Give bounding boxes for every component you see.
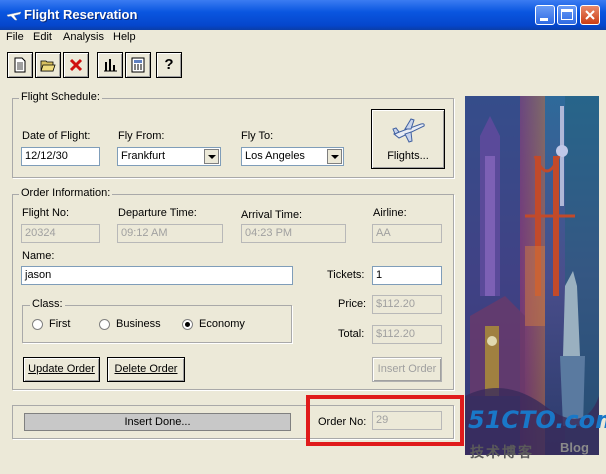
menu-help[interactable]: Help <box>113 31 136 43</box>
fly-from-value: Frankfurt <box>121 150 166 162</box>
economy-class-label[interactable]: Economy <box>199 318 245 330</box>
flights-button-label: Flights... <box>387 150 429 162</box>
airline-field: AA <box>372 224 442 243</box>
chevron-down-icon[interactable] <box>327 149 342 164</box>
name-label: Name: <box>22 250 55 262</box>
departure-time-label: Departure Time: <box>118 207 197 219</box>
arrival-time-label: Arrival Time: <box>241 209 303 221</box>
close-icon <box>585 10 595 20</box>
tickets-label: Tickets: <box>327 269 365 281</box>
order-information-label: Order Information: <box>19 187 113 199</box>
travel-collage-image <box>465 96 599 455</box>
fly-to-label: Fly To: <box>241 130 274 142</box>
help-button[interactable]: ? <box>156 52 182 78</box>
minimize-icon <box>540 18 548 21</box>
menu-edit[interactable]: Edit <box>33 31 52 43</box>
total-field: $112.20 <box>372 325 442 344</box>
calculator-button[interactable] <box>125 52 151 78</box>
business-class-radio[interactable] <box>99 319 110 330</box>
menu-analysis[interactable]: Analysis <box>63 31 104 43</box>
airline-label: Airline: <box>373 207 407 219</box>
fly-to-select[interactable]: Los Angeles <box>241 147 344 166</box>
status-message: Insert Done... <box>24 413 291 431</box>
date-of-flight-input[interactable]: 12/12/30 <box>21 147 100 166</box>
delete-order-toolbar-button[interactable] <box>63 52 89 78</box>
insert-order-button[interactable]: Insert Order <box>372 357 442 382</box>
tickets-input[interactable]: 1 <box>372 266 442 285</box>
flights-button[interactable]: Flights... <box>371 109 445 169</box>
airplane-icon <box>392 118 425 143</box>
price-field: $112.20 <box>372 295 442 314</box>
update-order-button[interactable]: Update Order <box>23 357 100 382</box>
business-class-label[interactable]: Business <box>116 318 161 330</box>
minimize-button[interactable] <box>535 5 555 25</box>
name-input[interactable]: jason <box>21 266 293 285</box>
new-document-icon <box>14 57 26 73</box>
watermark-blog: Blog <box>560 440 589 455</box>
first-class-label[interactable]: First <box>49 318 70 330</box>
close-button[interactable] <box>580 5 600 25</box>
economy-class-radio[interactable] <box>182 319 193 330</box>
maximize-button[interactable] <box>557 5 577 25</box>
delete-order-button[interactable]: Delete Order <box>107 357 185 382</box>
new-order-button[interactable] <box>7 52 33 78</box>
first-class-radio[interactable] <box>32 319 43 330</box>
flight-schedule-label: Flight Schedule: <box>19 91 102 103</box>
date-of-flight-label: Date of Flight: <box>22 130 91 142</box>
graph-icon <box>104 59 117 72</box>
maximize-icon <box>561 9 573 20</box>
class-label: Class: <box>30 298 65 310</box>
open-folder-icon <box>40 60 56 72</box>
chevron-down-icon[interactable] <box>204 149 219 164</box>
help-icon: ? <box>164 56 174 73</box>
departure-time-field: 09:12 AM <box>117 224 223 243</box>
calculator-icon <box>131 57 145 73</box>
delete-icon <box>69 58 83 72</box>
flight-no-label: Flight No: <box>22 207 70 219</box>
price-label: Price: <box>338 298 367 310</box>
open-order-button[interactable] <box>35 52 61 78</box>
watermark-subtitle: 技术博客 <box>470 445 534 461</box>
graphs-button[interactable] <box>97 52 123 78</box>
watermark-site: 51CTO.com <box>468 406 606 434</box>
total-label: Total: <box>338 328 365 340</box>
fly-from-select[interactable]: Frankfurt <box>117 147 221 166</box>
window-title: Flight Reservation <box>24 7 138 22</box>
airplane-app-icon <box>6 11 22 21</box>
fly-to-value: Los Angeles <box>245 150 305 162</box>
arrival-time-field: 04:23 PM <box>241 224 346 243</box>
order-no-highlight <box>306 395 464 446</box>
flight-no-field: 20324 <box>21 224 100 243</box>
menu-file[interactable]: File <box>6 31 24 43</box>
fly-from-label: Fly From: <box>118 130 165 142</box>
